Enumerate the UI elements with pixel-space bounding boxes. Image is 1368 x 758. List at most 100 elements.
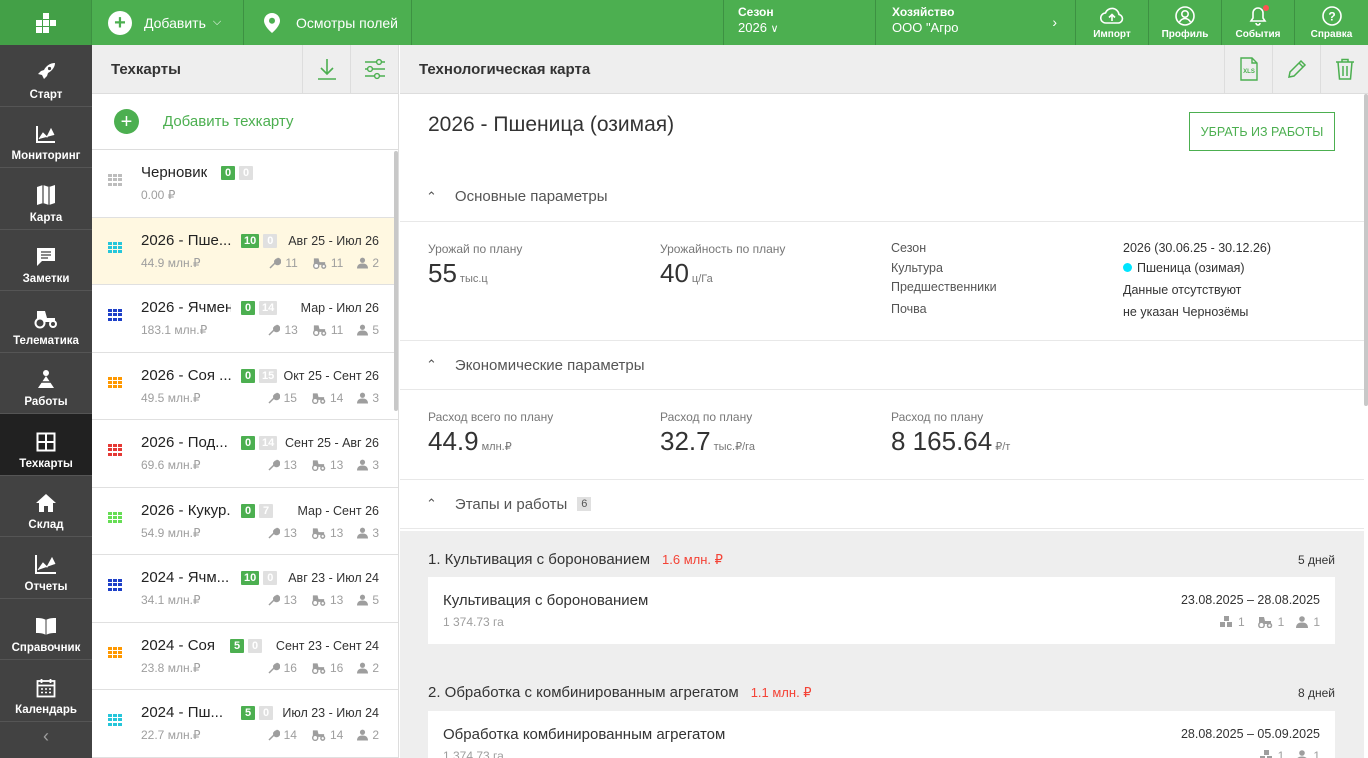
techcard-period: Мар - Июл 26: [300, 301, 379, 315]
field-inspections-button[interactable]: Осмотры полей: [244, 0, 412, 45]
farm-value: ООО "Агро: [892, 20, 959, 35]
import-button[interactable]: Импорт: [1076, 0, 1149, 45]
metric-label: Расход по плану: [660, 410, 753, 424]
nav-telematics[interactable]: Телематика: [0, 291, 92, 353]
tractor-icon: [311, 527, 326, 539]
techcard-period: Мар - Сент 26: [297, 503, 379, 518]
techcard-item[interactable]: 2026 - Кукур... 0 7 Мар - Сент 26 54.9 млн.₽…: [92, 488, 398, 555]
metric-label: Урожайность по плану: [660, 242, 786, 256]
person-icon: [1297, 750, 1307, 758]
help-button[interactable]: ? Справка: [1295, 0, 1368, 45]
user-circle-icon: [1175, 6, 1195, 26]
person-icon: [357, 257, 369, 268]
techcard-item[interactable]: 2026 - Соя ... 0 15 Окт 25 - Сент 26 49.5 мл…: [92, 353, 398, 420]
delete-button[interactable]: [1320, 45, 1368, 94]
filter-settings-button[interactable]: [350, 45, 398, 94]
export-xls-button[interactable]: XLS: [1224, 45, 1272, 94]
add-techcard-label: Добавить техкарту: [163, 113, 294, 130]
active-count-badge: 5: [230, 638, 244, 653]
draft-item[interactable]: Черновик 0 0 0.00 ₽: [92, 150, 398, 218]
techcard-item[interactable]: 2026 - Под... 0 14 Сент 25 - Авг 26 69.6 млн…: [92, 420, 398, 488]
techcard-item[interactable]: 2024 - Ячм... 10 0 Авг 23 - Июл 24 34.1 млн.…: [92, 555, 398, 623]
chevron-right-icon: ›: [1052, 14, 1057, 30]
techcard-item[interactable]: 2026 - Ячмень 0 14 Мар - Июл 26 183.1 млн.₽ 1…: [92, 285, 398, 353]
nav-reference[interactable]: Справочник: [0, 599, 92, 660]
detail-scrollbar[interactable]: [1364, 94, 1368, 406]
nav-label: Заметки: [22, 273, 70, 285]
active-count-badge: 10: [241, 233, 260, 248]
techcard-sum: 69.6 млн.₽: [141, 458, 201, 472]
person-icon: [357, 594, 369, 606]
section-basic-params[interactable]: ⌃ Основные параметры: [400, 172, 1364, 222]
add-techcard-button[interactable]: + Добавить техкарту: [92, 94, 398, 150]
panel-title: Техкарты: [111, 60, 181, 78]
nav-label: Склад: [28, 519, 64, 531]
list-scrollbar[interactable]: [394, 151, 398, 411]
stat-machines: 11: [312, 256, 343, 270]
nav-warehouse[interactable]: Склад: [0, 476, 92, 537]
download-button[interactable]: [302, 45, 350, 94]
techcard-name: 2026 - Кукур...: [141, 501, 231, 519]
section-stages[interactable]: ⌃ Этапы и работы 6: [400, 479, 1364, 529]
stage-title: 2. Обработка с комбинированным агрегатом…: [428, 684, 812, 701]
metric-value: 40 ц/Га: [660, 258, 713, 288]
events-button[interactable]: События: [1222, 0, 1295, 45]
metric-value: 32.7 тыс.₽/га: [660, 426, 756, 456]
nav-reports[interactable]: Отчеты: [0, 537, 92, 599]
chevron-left-icon: ‹: [43, 726, 49, 746]
nav-techcards[interactable]: Техкарты: [0, 414, 92, 476]
inactive-count-badge: 14: [259, 436, 278, 450]
culture-key: Культура: [891, 261, 943, 275]
svg-text:XLS: XLS: [1243, 69, 1255, 75]
nav-notes[interactable]: Заметки: [0, 230, 92, 291]
nav-works[interactable]: Работы: [0, 353, 92, 414]
techcard-item[interactable]: 2026 - Пше... 10 0 Авг 25 - Июл 26 44.9 млн.…: [92, 217, 398, 285]
tractor-icon: [311, 460, 326, 471]
events-label: События: [1235, 29, 1281, 40]
section-econ-params[interactable]: ⌃ Экономические параметры: [400, 340, 1364, 390]
draft-sum: 0.00 ₽: [141, 188, 176, 202]
svg-text:?: ?: [1328, 10, 1335, 24]
map-icon: [37, 184, 55, 205]
techcard-stats: 11 11 2: [269, 256, 379, 270]
section-title: Основные параметры: [454, 188, 608, 205]
left-navigation: Старт Мониторинг Карта Заметки Телематик…: [0, 45, 92, 758]
techcard-period: Авг 25 - Июл 26: [288, 233, 379, 248]
section-title: Этапы и работы: [454, 495, 568, 513]
techcard-name: 2026 - Ячмень: [141, 299, 231, 316]
stage-work-card[interactable]: Обработка комбинированным агрегатом 1 37…: [428, 711, 1335, 758]
nav-map[interactable]: Карта: [0, 168, 92, 230]
nav-start[interactable]: Старт: [0, 45, 92, 107]
profile-button[interactable]: Профиль: [1149, 0, 1222, 45]
nav-monitoring[interactable]: Мониторинг: [0, 107, 92, 168]
stat-works: 16: [268, 661, 297, 675]
nav-calendar[interactable]: Календарь: [0, 660, 92, 722]
stage-duration: 5 дней: [1297, 553, 1335, 567]
collapse-nav-button[interactable]: ‹: [0, 722, 92, 752]
soil-key: Почва: [891, 302, 927, 316]
techcard-item[interactable]: 2024 - Соя 5 0 Сент 23 - Сент 24 23.8 млн.₽ 1…: [92, 623, 398, 690]
techcard-title: 2026 - Пшеница (озимая): [428, 113, 675, 136]
stages-count-badge: 6: [577, 497, 592, 511]
season-selector[interactable]: Сезон 2026 ∨: [724, 0, 876, 45]
app-logo[interactable]: [0, 0, 92, 45]
tractor-icon: [311, 662, 326, 674]
remove-from-work-button[interactable]: УБРАТЬ ИЗ РАБОТЫ: [1189, 112, 1335, 151]
person-icon: [1296, 616, 1309, 628]
techcard-item[interactable]: 2024 - Пш... 5 0 Июл 23 - Июл 24 22.7 млн.₽ 1…: [92, 690, 398, 758]
techcard-sum: 34.1 млн.₽: [141, 593, 201, 607]
inactive-count-badge: 7: [259, 503, 273, 518]
add-menu-button[interactable]: + Добавить ⌵: [92, 0, 244, 45]
inactive-count-badge: 0: [263, 571, 278, 585]
farm-selector[interactable]: Хозяйство ООО "Агро ›: [876, 0, 1076, 45]
techcard-period: Авг 23 - Июл 24: [288, 571, 379, 585]
work-area: 1 374.73 га: [443, 749, 504, 758]
stat-machines: 14: [311, 728, 343, 742]
techcard-badges: 10 0: [241, 571, 278, 585]
stage-work-card[interactable]: Культивация с боронованием 1 374.73 га 2…: [428, 577, 1335, 644]
techcard-name: 2026 - Под...: [141, 434, 228, 451]
culture-color-dot: [1123, 263, 1132, 272]
soil-value: не указан Чернозёмы: [1123, 305, 1249, 319]
boxes-icon: [1259, 750, 1272, 758]
edit-button[interactable]: [1272, 45, 1320, 94]
